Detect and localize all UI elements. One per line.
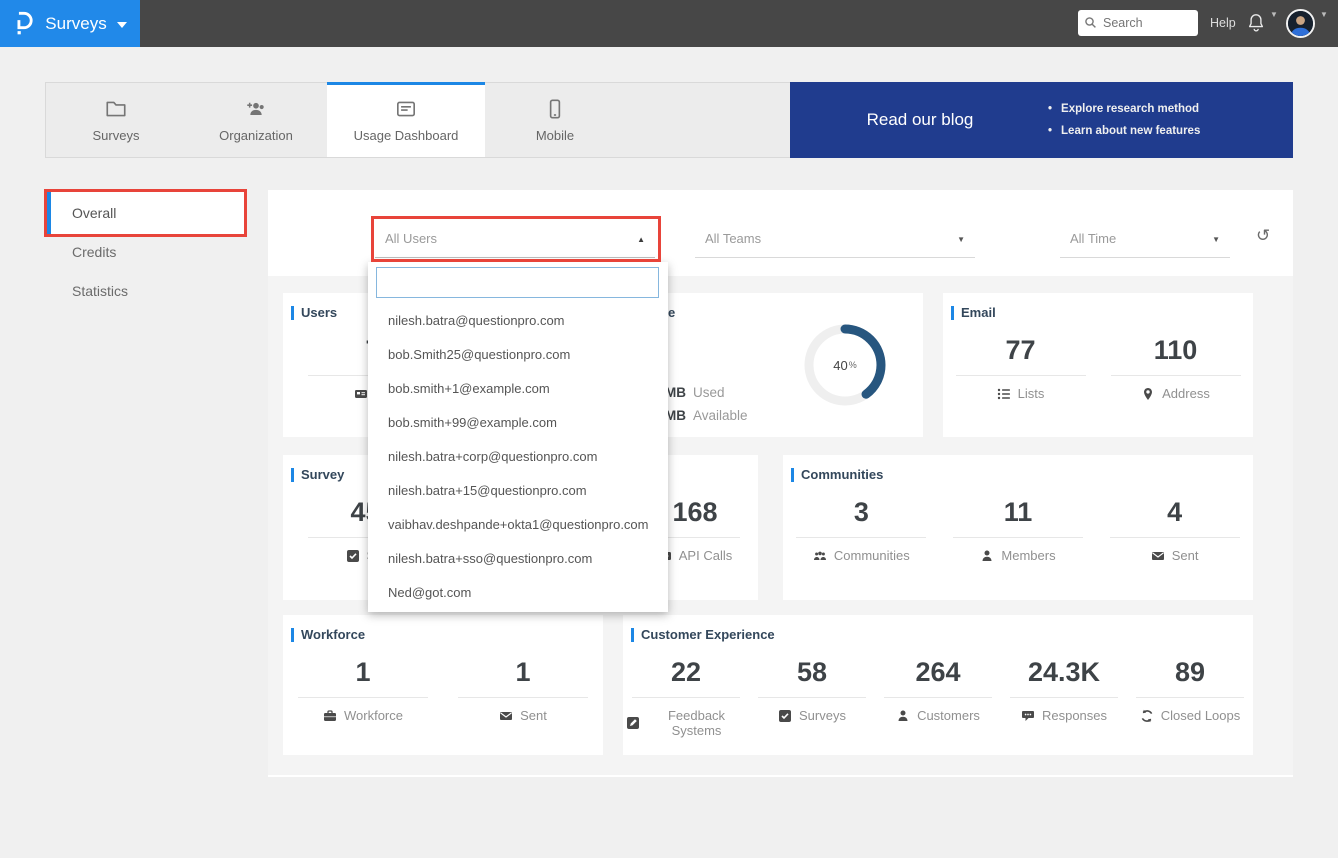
dropdown-option[interactable]: bob.smith+99@example.com — [368, 406, 668, 440]
tab-surveys[interactable]: Surveys — [46, 83, 186, 157]
reset-filters-button[interactable]: ↻ — [1256, 226, 1270, 246]
global-search[interactable] — [1078, 10, 1198, 36]
notifications-button[interactable] — [1246, 11, 1266, 39]
filter-users-select[interactable]: All Users ▲ — [375, 220, 655, 258]
dropdown-option[interactable]: bob.Smith25@questionpro.com — [368, 338, 668, 372]
accent-bar — [631, 628, 634, 642]
dropdown-option[interactable]: nilesh.batra+15@questionpro.com — [368, 474, 668, 508]
filter-teams-select[interactable]: All Teams ▼ — [695, 220, 975, 258]
dropdown-option[interactable]: vaibhav.deshpande+okta1@questionpro.com — [368, 508, 668, 542]
envelope-icon — [499, 709, 513, 723]
dropdown-option[interactable]: nilesh.batra@questionpro.com — [368, 304, 668, 338]
workforce-count-stat: 1 Workforce — [288, 657, 438, 723]
blog-bullet: Explore research method — [1048, 98, 1200, 120]
dropdown-option[interactable]: Ned@got.com — [368, 576, 668, 610]
person-icon — [896, 709, 910, 723]
storage-percent-label: 40% — [795, 315, 895, 415]
bell-icon — [1246, 11, 1266, 34]
communities-count-stat: 3 Communities — [786, 497, 936, 563]
accent-bar — [291, 468, 294, 482]
storage-card-title-fragment: e — [668, 305, 675, 320]
blog-bullet: Learn about new features — [1048, 120, 1200, 142]
accent-bar — [951, 306, 954, 320]
email-address-stat: 110 Address — [1098, 335, 1253, 401]
accent-bar — [791, 468, 794, 482]
accent-bar — [291, 306, 294, 320]
person-icon — [980, 549, 994, 563]
dashboard-panel: All Users ▲ All Teams ▼ All Time ▼ ↻ Use… — [268, 190, 1293, 777]
blog-banner-title: Read our blog — [820, 82, 1020, 158]
chevron-down-icon[interactable]: ▼ — [1320, 10, 1328, 19]
product-switcher-label: Surveys — [45, 14, 106, 34]
email-lists-stat: 77 Lists — [943, 335, 1098, 401]
chevron-down-icon — [117, 22, 127, 28]
cx-feedback-systems-stat: 22 Feedback Systems — [626, 657, 746, 738]
dropdown-option[interactable]: bob.smith+1@example.com — [368, 372, 668, 406]
communities-sent-stat: 4 Sent — [1100, 497, 1250, 563]
help-link[interactable]: Help — [1210, 16, 1236, 30]
accent-bar — [291, 628, 294, 642]
dashboard-card-icon — [394, 97, 418, 121]
app-logo-menu[interactable]: Surveys — [0, 0, 140, 47]
check-square-icon — [778, 709, 792, 723]
workforce-card: Workforce 1 Workforce 1 — [283, 615, 603, 755]
feedback-edit-icon — [626, 716, 640, 730]
dropdown-option[interactable]: nilesh.batra+corp@questionpro.com — [368, 440, 668, 474]
search-icon — [1084, 16, 1098, 30]
person-photo-icon — [1288, 11, 1313, 36]
storage-usage-lines: MBUsed MBAvailable — [665, 381, 748, 427]
people-group-icon — [813, 549, 827, 563]
add-people-icon — [244, 97, 268, 121]
search-input[interactable] — [1103, 16, 1191, 30]
workforce-sent-stat: 1 Sent — [448, 657, 598, 723]
location-pin-icon — [1141, 387, 1155, 401]
cx-closed-loops-stat: 89 Closed Loops — [1130, 657, 1250, 738]
customer-experience-card: Customer Experience 22 Feedback Systems … — [623, 615, 1253, 755]
communities-card: Communities 3 Communities — [783, 455, 1253, 600]
briefcase-icon — [323, 709, 337, 723]
blog-banner-bullets: Explore research method Learn about new … — [1048, 98, 1200, 142]
envelope-icon — [1151, 549, 1165, 563]
smartphone-icon — [543, 97, 567, 121]
dropdown-options-list: nilesh.batra@questionpro.com bob.Smith25… — [368, 304, 668, 610]
cx-responses-stat: 24.3K Responses — [1004, 657, 1124, 738]
license-card-icon — [354, 387, 368, 401]
sidebar-item-credits[interactable]: Credits — [47, 237, 244, 267]
filter-time-select[interactable]: All Time ▼ — [1060, 220, 1230, 258]
storage-card: e MBUsed MBAvailable 40% — [623, 293, 923, 437]
blog-banner[interactable]: Read our blog Explore research method Le… — [790, 82, 1293, 158]
users-filter-dropdown: nilesh.batra@questionpro.com bob.Smith25… — [368, 262, 668, 612]
sidebar-item-overall[interactable]: Overall — [47, 192, 244, 234]
chat-bubble-icon — [1021, 709, 1035, 723]
email-card: Email 77 Lists — [943, 293, 1253, 437]
chevron-down-icon: ▼ — [957, 235, 965, 244]
chevron-up-icon: ▲ — [637, 235, 645, 244]
communities-members-stat: 11 Members — [943, 497, 1093, 563]
tab-organization[interactable]: Organization — [186, 83, 326, 157]
cx-surveys-stat: 58 Surveys — [752, 657, 872, 738]
tab-usage-dashboard[interactable]: Usage Dashboard — [327, 83, 485, 157]
list-icon — [997, 387, 1011, 401]
dropdown-filter-input[interactable] — [376, 267, 659, 298]
chevron-down-icon: ▼ — [1212, 235, 1220, 244]
storage-donut-chart: 40% — [795, 315, 895, 415]
loop-arrows-icon — [1140, 709, 1154, 723]
check-square-icon — [346, 549, 360, 563]
user-avatar[interactable] — [1286, 9, 1315, 38]
chevron-down-icon[interactable]: ▼ — [1270, 10, 1278, 19]
dropdown-option[interactable]: nilesh.batra+sso@questionpro.com — [368, 542, 668, 576]
sidebar-item-statistics[interactable]: Statistics — [47, 276, 244, 306]
tab-mobile[interactable]: Mobile — [485, 83, 625, 157]
questionpro-logo — [13, 10, 35, 37]
cx-customers-stat: 264 Customers — [878, 657, 998, 738]
folder-icon — [104, 97, 128, 121]
top-header-bar: Surveys Help ▼ ▼ — [0, 0, 1338, 47]
